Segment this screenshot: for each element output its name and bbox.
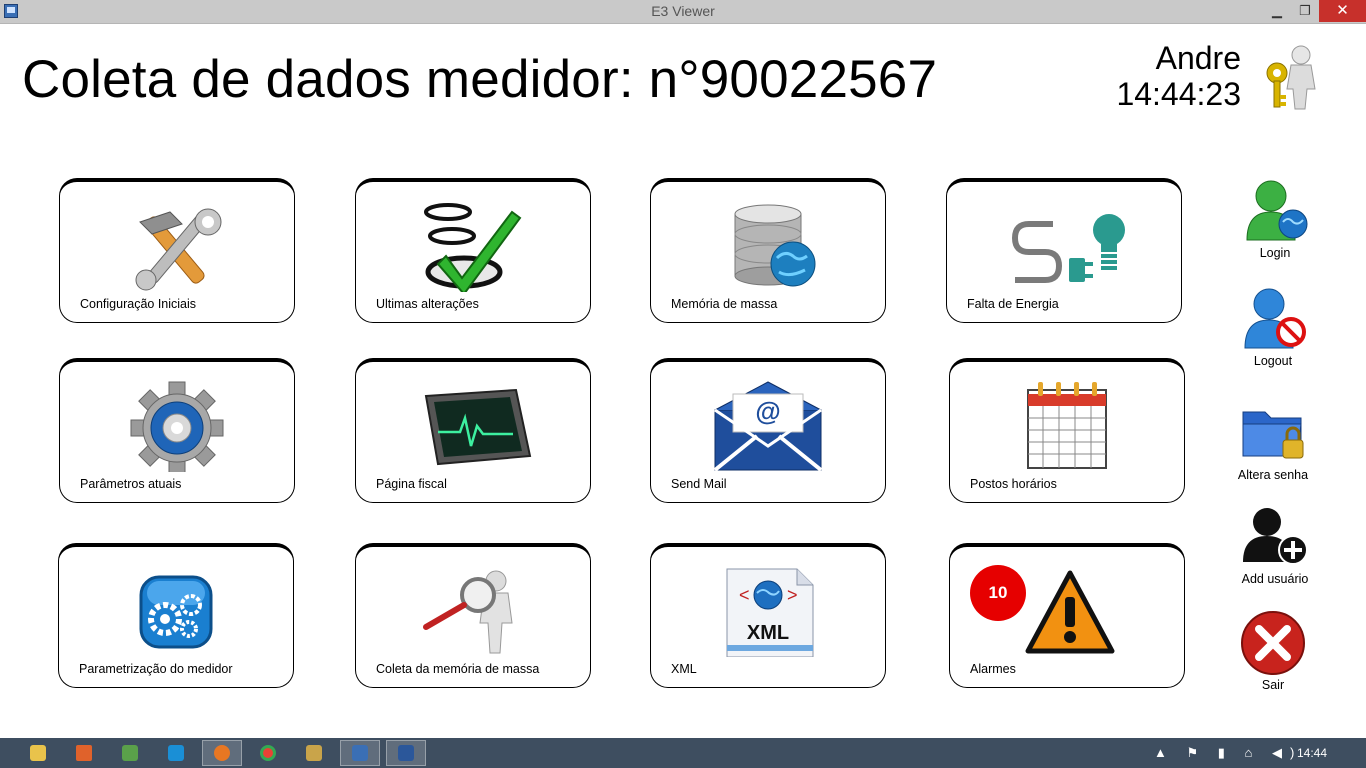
tile-label: Página fiscal <box>376 477 447 491</box>
tray-icons[interactable]: ▲ ⚑ ▮ ⌂ ◀) <box>1154 738 1302 768</box>
tile-label: Parâmetros atuais <box>80 477 182 491</box>
close-button[interactable]: ✕ <box>1319 0 1366 22</box>
exit-button[interactable]: Sair <box>1228 610 1318 692</box>
tile-label: Coleta da memória de massa <box>376 662 540 676</box>
taskbar-file-explorer-icon[interactable] <box>18 740 58 766</box>
svg-text:XML: XML <box>747 622 789 644</box>
calendar-icon <box>1012 380 1122 472</box>
user-key-icon <box>1263 43 1319 113</box>
tile-label: XML <box>671 662 697 676</box>
tile-label: Postos horários <box>970 477 1057 491</box>
tile-ultimas-alteracoes[interactable]: Ultimas alterações <box>355 178 591 323</box>
tile-configuracao-iniciais[interactable]: Configuração Iniciais <box>59 178 295 323</box>
login-button[interactable]: Login <box>1230 178 1320 260</box>
tile-label: Ultimas alterações <box>376 297 479 311</box>
tile-label: Send Mail <box>671 477 727 491</box>
login-user-icon <box>1246 180 1308 241</box>
close-icon <box>1241 611 1305 675</box>
plug-bulb-icon <box>1009 200 1125 292</box>
login-label: Login <box>1259 246 1291 260</box>
logout-user-icon <box>1244 288 1306 349</box>
taskbar: ▲ ⚑ ▮ ⌂ ◀) 14:44 <box>0 738 1366 768</box>
tile-alarmes[interactable]: 10 Alarmes <box>949 543 1185 688</box>
svg-text:>: > <box>787 585 798 605</box>
svg-text:@: @ <box>755 396 780 426</box>
gear-icon <box>122 380 232 475</box>
tile-label: Alarmes <box>970 662 1016 676</box>
logout-label: Logout <box>1253 354 1293 368</box>
tile-label: Memória de massa <box>671 297 778 311</box>
warning-icon <box>1025 565 1115 657</box>
database-globe-icon <box>713 200 823 292</box>
tile-xml[interactable]: < > XML XML <box>650 543 886 688</box>
monitor-ecg-icon <box>418 380 532 472</box>
checklist-icon <box>418 200 528 296</box>
magnifier-person-icon <box>418 565 528 657</box>
tile-postos-horarios[interactable]: Postos horários <box>949 358 1185 503</box>
restore-button[interactable]: ❐ <box>1290 0 1320 22</box>
window-title-bar: E3 Viewer ▁ ❐ ✕ <box>0 0 1366 24</box>
clock: 14:44:23 <box>1116 76 1241 112</box>
tile-label: Falta de Energia <box>967 297 1059 311</box>
page-title: Coleta de dados medidor: n°90022567 <box>22 50 938 109</box>
tile-pagina-fiscal[interactable]: Página fiscal <box>355 358 591 503</box>
taskbar-clock[interactable]: 14:44 <box>1297 738 1327 768</box>
alarm-count-badge: 10 <box>970 565 1026 621</box>
tile-falta-de-energia[interactable]: Falta de Energia <box>946 178 1182 323</box>
xml-file-icon: < > XML <box>713 565 823 658</box>
tile-label: Configuração Iniciais <box>80 297 197 311</box>
change-password-button[interactable]: Altera senha <box>1228 400 1318 482</box>
taskbar-app2-icon[interactable] <box>156 740 196 766</box>
tile-label: Parametrização do medidor <box>79 662 233 676</box>
taskbar-e3-viewer-icon[interactable] <box>340 740 380 766</box>
minimize-button[interactable]: ▁ <box>1262 0 1292 22</box>
tile-memoria-de-massa[interactable]: Memória de massa <box>650 178 886 323</box>
taskbar-firefox-icon[interactable] <box>202 740 242 766</box>
exit-label: Sair <box>1261 678 1285 692</box>
tile-parametros-atuais[interactable]: Parâmetros atuais <box>59 358 295 503</box>
tile-coleta-memoria-de-massa[interactable]: Coleta da memória de massa <box>355 543 591 688</box>
add-user-icon <box>1243 508 1308 565</box>
window-title: E3 Viewer <box>651 3 715 19</box>
taskbar-app-icon[interactable] <box>110 740 150 766</box>
tools-icon <box>122 200 232 292</box>
tile-parametrizacao-do-medidor[interactable]: Parametrização do medidor <box>58 543 294 688</box>
add-user-button[interactable]: Add usuário <box>1230 504 1320 586</box>
taskbar-tool-icon[interactable] <box>294 740 334 766</box>
taskbar-matlab-icon[interactable] <box>64 740 104 766</box>
gears-button-icon <box>121 565 231 657</box>
taskbar-chrome-icon[interactable] <box>248 740 288 766</box>
add-user-label: Add usuário <box>1241 572 1309 586</box>
taskbar-word-icon[interactable] <box>386 740 426 766</box>
logout-button[interactable]: Logout <box>1228 286 1318 368</box>
svg-text:<: < <box>739 585 750 605</box>
change-password-label: Altera senha <box>1237 468 1309 482</box>
user-name: Andre <box>1155 40 1241 76</box>
tile-send-mail[interactable]: @ Send Mail <box>650 358 886 503</box>
folder-lock-icon <box>1242 411 1304 459</box>
mail-icon: @ <box>713 380 823 472</box>
